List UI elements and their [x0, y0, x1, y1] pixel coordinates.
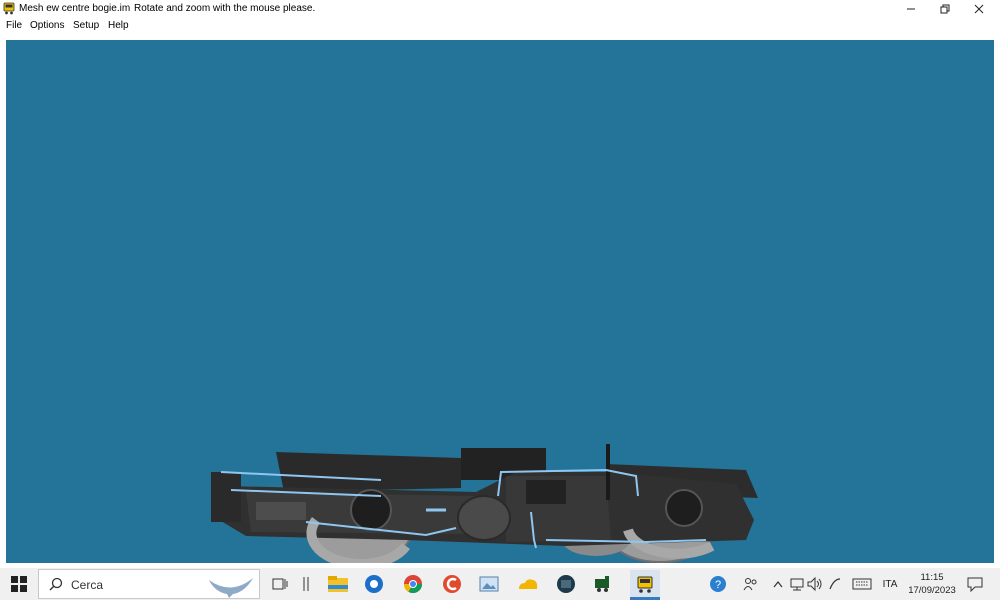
title-bar: Mesh ew centre bogie.im Rotate and zoom …	[0, 0, 1000, 18]
app-icon	[3, 2, 15, 15]
steam-locomotive-button[interactable]	[554, 572, 578, 596]
restore-button[interactable]	[928, 0, 962, 18]
taskbar: Cerca ? ITA 11:15 17/09/2023	[0, 568, 1000, 600]
language-indicator[interactable]: ITA	[878, 568, 902, 600]
pen-tray-button[interactable]	[826, 568, 844, 600]
menu-bar: File Options Setup Help	[0, 18, 1000, 34]
volume-icon	[807, 577, 822, 591]
svg-text:?: ?	[715, 579, 721, 591]
windows-icon	[11, 576, 27, 592]
chrome-button[interactable]	[401, 572, 425, 596]
bogie-model	[211, 444, 758, 563]
menu-help[interactable]: Help	[108, 20, 129, 31]
window-hint: Rotate and zoom with the mouse please.	[134, 3, 316, 14]
task-view-icon	[272, 578, 288, 590]
photos-button[interactable]	[477, 572, 501, 596]
menu-setup[interactable]: Setup	[73, 20, 99, 31]
photos-icon	[479, 576, 499, 592]
browser-button[interactable]	[362, 572, 386, 596]
chrome-icon	[404, 575, 422, 594]
clock-date: 17/09/2023	[908, 585, 956, 596]
people-icon	[743, 578, 757, 591]
manta-ray-icon	[209, 578, 253, 598]
volume-tray-button[interactable]	[806, 568, 824, 600]
people-tray-button[interactable]	[740, 568, 762, 600]
menu-options[interactable]: Options	[30, 20, 64, 31]
bogie-app-button[interactable]	[630, 570, 660, 598]
keyboard-icon	[852, 578, 872, 590]
chevron-up-icon	[773, 581, 783, 588]
ccleaner-icon	[443, 575, 461, 593]
search-placeholder: Cerca	[71, 578, 104, 592]
cloud-button[interactable]	[516, 572, 540, 596]
search-icon	[49, 577, 63, 591]
search-box[interactable]: Cerca	[38, 569, 260, 599]
widgets-button[interactable]	[294, 572, 318, 596]
show-hidden-icons-button[interactable]	[770, 568, 786, 600]
help-tray-button[interactable]: ?	[706, 568, 730, 600]
file-explorer-button[interactable]	[326, 572, 350, 596]
help-icon: ?	[710, 576, 726, 592]
train-sim-button[interactable]	[592, 572, 616, 596]
close-icon	[974, 4, 984, 14]
file-explorer-icon	[328, 576, 348, 592]
keyboard-tray-button[interactable]	[850, 568, 874, 600]
clock-time: 11:15	[920, 572, 944, 583]
task-view-button[interactable]	[268, 572, 292, 596]
train-sim-icon	[595, 576, 609, 592]
minimize-icon	[907, 8, 915, 10]
cloud-icon	[519, 579, 538, 589]
restore-icon	[940, 4, 950, 14]
steam-locomotive-icon	[557, 575, 575, 593]
notification-icon	[967, 577, 983, 592]
3d-viewport[interactable]	[6, 40, 994, 563]
clock[interactable]: 11:15 17/09/2023	[908, 571, 956, 597]
network-tray-button[interactable]	[788, 568, 806, 600]
notification-center-button[interactable]	[962, 568, 988, 600]
minimize-button[interactable]	[894, 0, 928, 18]
close-button[interactable]	[962, 0, 996, 18]
window-title: Mesh ew centre bogie.im	[19, 3, 131, 14]
separator-icon	[303, 577, 309, 591]
menu-file[interactable]: File	[6, 20, 22, 31]
browser-icon	[365, 575, 383, 593]
pen-icon	[829, 578, 841, 590]
network-icon	[790, 578, 804, 591]
ccleaner-button[interactable]	[440, 572, 464, 596]
bogie-app-icon	[637, 576, 653, 593]
start-button[interactable]	[0, 568, 38, 600]
